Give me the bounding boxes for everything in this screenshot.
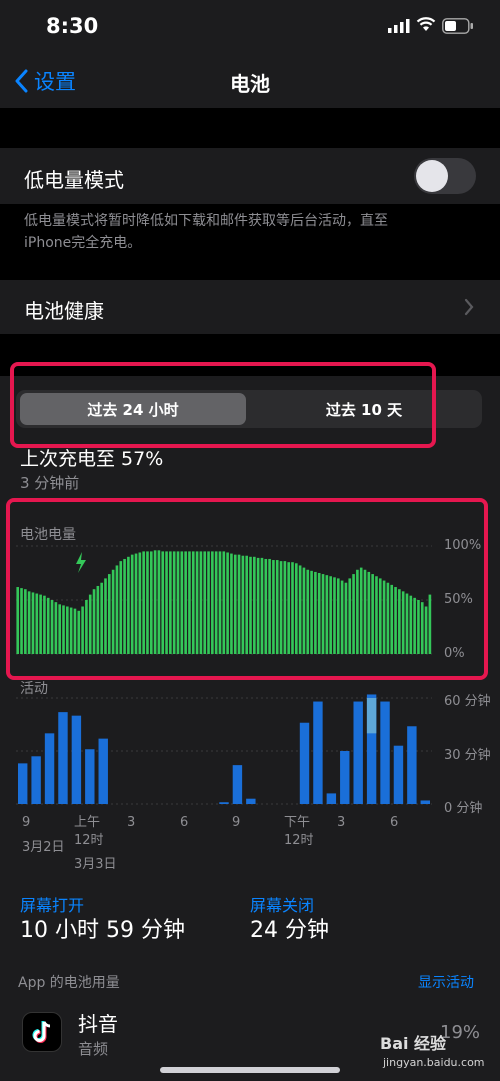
- low-power-mode-label: 低电量模式: [24, 168, 124, 192]
- battery-health-row[interactable]: 电池健康: [0, 280, 500, 334]
- activity-bar: [420, 800, 430, 804]
- last-charge-time: 3 分钟前: [20, 474, 80, 492]
- last-charge-label: 上次充电至 57%: [20, 448, 164, 470]
- screen-on-value: 10 小时 59 分钟: [20, 918, 185, 943]
- low-power-mode-row: 低电量模式: [0, 148, 500, 204]
- highlight-box-segmented: [10, 362, 436, 448]
- activity-bar: [71, 715, 82, 804]
- activity-bar: [232, 765, 243, 804]
- highlight-box-battery-chart: [6, 498, 488, 680]
- low-power-note-line2: iPhone完全充电。: [24, 235, 142, 251]
- activity-bar: [407, 726, 417, 804]
- activity-bar: [299, 722, 310, 804]
- home-indicator: [160, 1067, 340, 1073]
- x-tick-label: 6: [180, 815, 189, 830]
- activity-bar: [219, 802, 229, 804]
- app-battery-usage-header: App 的电池用量: [18, 975, 120, 991]
- wifi-icon: [416, 17, 436, 31]
- battery-icon: [442, 18, 473, 34]
- app-name: 抖音: [78, 1012, 118, 1036]
- x-tick-label: 上午 12时: [74, 815, 104, 848]
- activity-bar: [44, 733, 55, 804]
- x-tick-label: 3: [337, 815, 346, 830]
- activity-axis-label-0: 0 分钟: [444, 801, 483, 816]
- x-date-label: 3月3日: [74, 857, 117, 872]
- activity-bar: [340, 751, 350, 804]
- x-date-label: 3月2日: [22, 840, 65, 855]
- low-power-note-line1: 低电量模式将暂时降低如下载和邮件获取等后台活动，直至: [24, 213, 388, 229]
- watermark-brand: Bai 经验: [380, 1034, 447, 1053]
- tiktok-note-icon: [32, 1021, 51, 1043]
- x-tick-label: 3: [127, 815, 136, 830]
- x-tick-label: 9: [232, 815, 241, 830]
- activity-bar: [313, 701, 323, 804]
- activity-bar: [353, 701, 363, 804]
- screen-off-value: 24 分钟: [250, 918, 329, 943]
- activity-bar-highlight: [366, 698, 377, 734]
- activity-bar: [393, 745, 404, 804]
- activity-bar: [85, 749, 95, 804]
- activity-bar: [18, 763, 28, 804]
- activity-axis-label-30: 30 分钟: [444, 748, 491, 763]
- activity-bar: [98, 738, 108, 804]
- page-title: 电池: [230, 72, 270, 96]
- toggle-knob: [416, 160, 448, 192]
- activity-bar: [58, 712, 68, 804]
- activity-bar: [326, 793, 337, 804]
- x-tick-label: 6: [390, 815, 399, 830]
- douyin-app-icon: [22, 1012, 62, 1052]
- low-power-mode-toggle[interactable]: [414, 158, 476, 194]
- activity-chart: [16, 694, 432, 805]
- battery-health-label: 电池健康: [24, 299, 104, 323]
- navigation-bar: 设置 电池: [0, 54, 500, 108]
- low-power-mode-note: 低电量模式将暂时降低如下载和邮件获取等后台活动，直至 iPhone完全充电。: [24, 210, 464, 254]
- activity-axis-label-60: 60 分钟: [444, 694, 491, 709]
- activity-bar: [246, 798, 256, 804]
- activity-bar: [31, 756, 41, 804]
- activity-bar: [380, 701, 390, 804]
- app-category: 音频: [78, 1040, 109, 1058]
- status-time: 8:30: [46, 14, 99, 38]
- watermark-url: jingyan.baidu.com: [383, 1056, 485, 1069]
- x-tick-label: 下午 12时: [284, 815, 314, 848]
- cellular-signal-icon: [388, 19, 410, 33]
- chevron-right-icon: [464, 298, 474, 316]
- x-tick-label: 9: [22, 815, 31, 830]
- show-activity-link[interactable]: 显示活动: [418, 972, 474, 992]
- status-bar: 8:30: [0, 0, 500, 54]
